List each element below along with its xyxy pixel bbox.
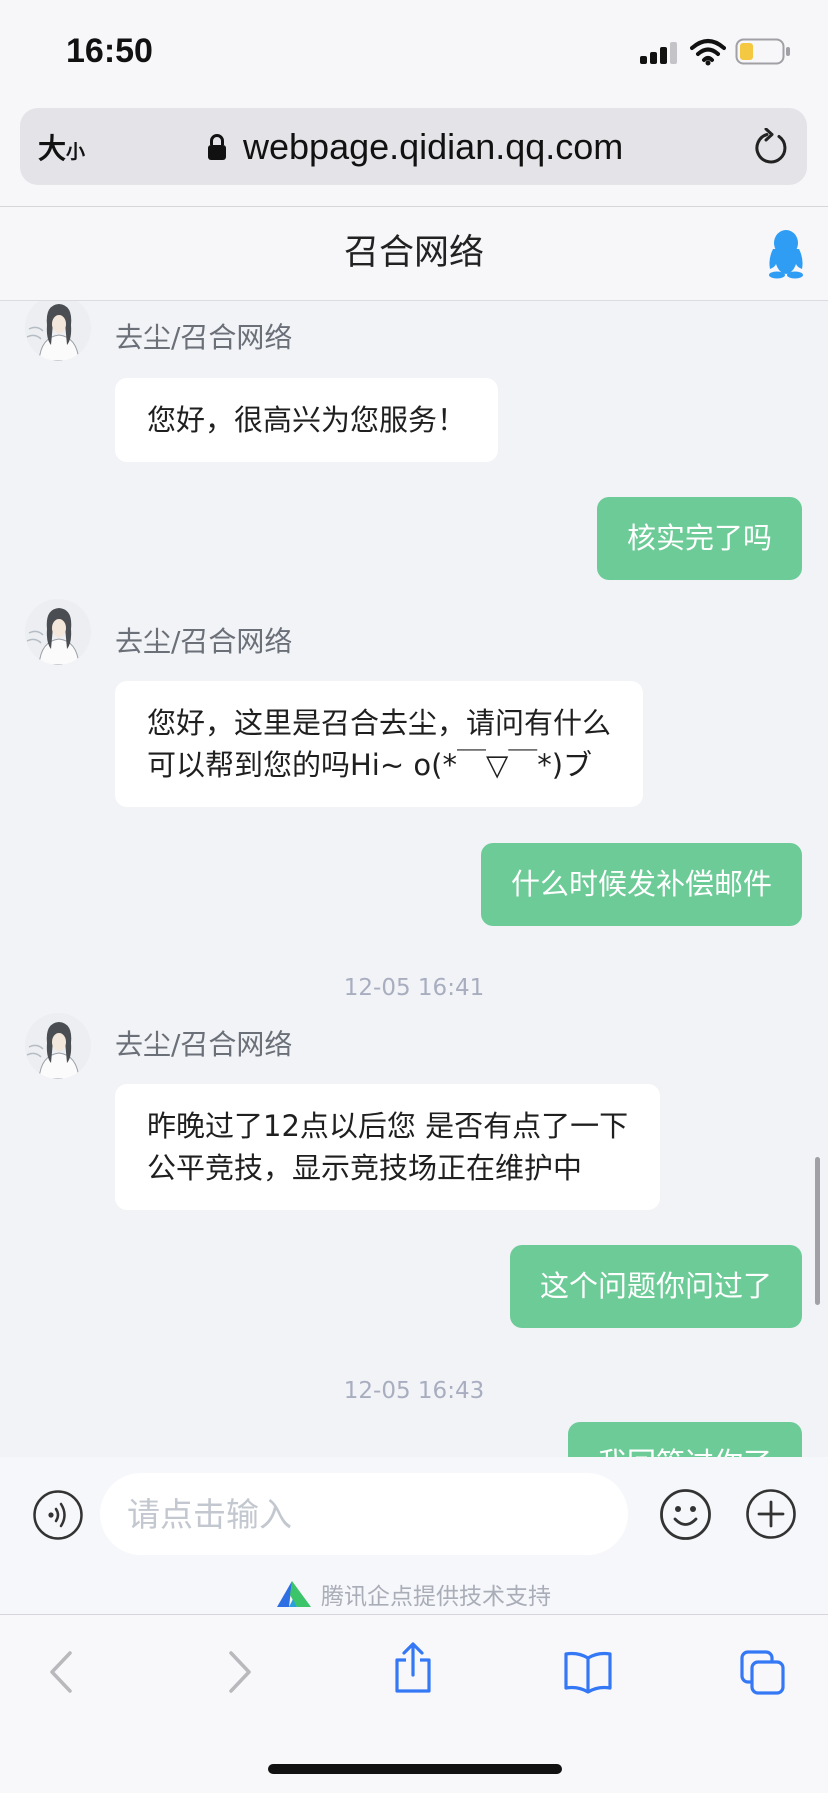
plus-icon[interactable] <box>745 1488 797 1540</box>
message-line: 您好，很高兴为您服务！ <box>147 403 467 437</box>
back-chevron-icon[interactable] <box>48 1650 74 1694</box>
agent-name: 去尘/召合网络 <box>115 1028 293 1061</box>
bookmarks-icon[interactable] <box>563 1650 613 1694</box>
composer-bar: 腾讯企点提供技术支持 <box>0 1457 828 1614</box>
voice-input-icon[interactable] <box>32 1489 84 1541</box>
agent-avatar-image <box>25 1013 91 1079</box>
lock-icon <box>208 134 226 160</box>
outgoing-message-bubble: 我回答过你了 <box>567 1422 802 1457</box>
battery-icon <box>735 38 790 65</box>
cellular-signal-icon <box>640 42 677 64</box>
message-timestamp: 12-05 16:43 <box>343 1378 485 1404</box>
message-line: 公平竞技，显示竞技场正在维护中 <box>147 1151 583 1185</box>
message-line: 您好，这里是召合去尘，请问有什么 <box>147 706 612 740</box>
wifi-icon <box>690 39 726 66</box>
agent-avatar <box>25 301 91 361</box>
agent-name: 去尘/召合网络 <box>115 321 293 354</box>
forward-chevron-icon[interactable] <box>227 1650 253 1694</box>
home-indicator[interactable] <box>268 1764 562 1774</box>
agent-avatar-image <box>25 599 91 665</box>
message-line: 昨晚过了12点以后您 是否有点了一下 <box>147 1109 629 1143</box>
share-icon[interactable] <box>392 1642 434 1694</box>
chat-header: 召合网络 <box>0 207 828 301</box>
tabs-icon[interactable] <box>740 1650 786 1696</box>
message-timestamp: 12-05 16:41 <box>343 975 485 1001</box>
agent-avatar-image <box>25 301 91 361</box>
chat-scrollbar[interactable] <box>815 1157 820 1305</box>
agent-avatar <box>25 599 91 665</box>
outgoing-message-bubble: 核实完了吗 <box>596 497 802 580</box>
text-size-small-label: 小 <box>66 141 86 163</box>
incoming-message-bubble: 您好，很高兴为您服务！ <box>115 378 499 462</box>
text-size-large-label: 大 <box>38 131 67 165</box>
message-line: 可以帮到您的吗Hi~ o(*￣▽￣*)ブ <box>147 748 593 782</box>
text-size-button[interactable]: 大 小 <box>38 108 85 185</box>
outgoing-message-bubble: 这个问题你问过了 <box>509 1245 802 1328</box>
qq-penguin-icon[interactable] <box>765 229 807 279</box>
browser-toolbar <box>0 1614 828 1793</box>
address-bar[interactable]: 大 小 webpage.qidian.qq.com <box>20 108 807 185</box>
emoji-icon[interactable] <box>659 1488 712 1541</box>
powered-by: 腾讯企点提供技术支持 <box>0 1577 828 1611</box>
message-input[interactable] <box>100 1473 628 1555</box>
page-title: 召合网络 <box>343 233 484 273</box>
reload-icon[interactable] <box>753 128 789 166</box>
qidian-logo-icon <box>277 1581 311 1607</box>
powered-by-text: 腾讯企点提供技术支持 <box>321 1584 551 1610</box>
incoming-message-bubble: 昨晚过了12点以后您 是否有点了一下 公平竞技，显示竞技场正在维护中 <box>115 1084 661 1210</box>
url-text[interactable]: webpage.qidian.qq.com <box>243 108 623 185</box>
outgoing-message-bubble: 什么时候发补偿邮件 <box>480 843 802 926</box>
agent-name: 去尘/召合网络 <box>115 625 293 658</box>
status-time: 16:50 <box>66 32 153 70</box>
agent-avatar <box>25 1013 91 1079</box>
chat-area[interactable]: 去尘/召合网络 您好，很高兴为您服务！ 核实完了吗 去尘/召合网络 您好，这里是… <box>0 301 828 1457</box>
incoming-message-bubble: 您好，这里是召合去尘，请问有什么 可以帮到您的吗Hi~ o(*￣▽￣*)ブ <box>115 681 644 807</box>
